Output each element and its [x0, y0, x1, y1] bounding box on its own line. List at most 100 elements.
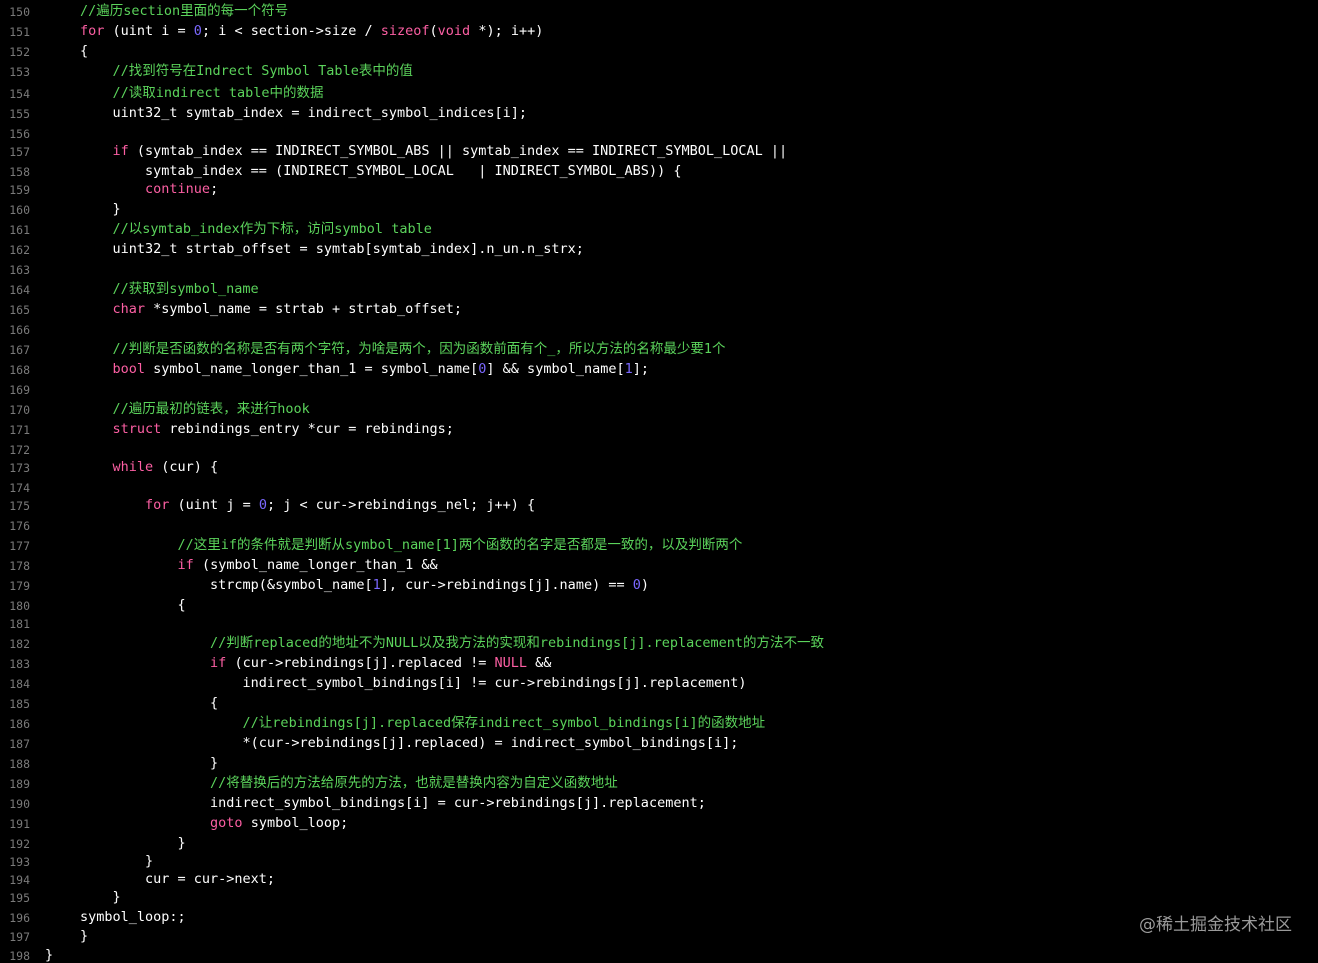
code-token-keyword: struct: [112, 421, 162, 437]
code-line[interactable]: for (uint j = 0; j < cur->rebindings_nel…: [80, 497, 535, 513]
code-token-plain: *symbol_name = strtab + strtab_offset;: [145, 301, 463, 317]
line-number: 156: [9, 127, 30, 141]
code-line[interactable]: {: [80, 43, 88, 59]
line-number: 183: [9, 657, 30, 671]
code-line[interactable]: }: [80, 889, 121, 905]
code-line[interactable]: {: [80, 695, 218, 711]
line-number: 179: [9, 579, 30, 593]
code-line[interactable]: bool symbol_name_longer_than_1 = symbol_…: [80, 361, 649, 377]
line-number: 195: [9, 891, 30, 905]
code-token-number: 0: [258, 497, 267, 513]
line-number: 162: [9, 243, 30, 257]
code-line[interactable]: struct rebindings_entry *cur = rebinding…: [80, 421, 454, 437]
code-token-plain: (uint i =: [104, 23, 194, 39]
code-token-keyword: NULL: [494, 655, 528, 671]
line-number: 178: [9, 559, 30, 573]
line-number: 197: [9, 930, 30, 944]
line-number: 189: [9, 777, 30, 791]
line-number: 176: [9, 519, 30, 533]
code-line[interactable]: }: [80, 201, 121, 217]
code-token-plain: (symtab_index == INDIRECT_SYMBOL_ABS || …: [128, 143, 788, 159]
code-line[interactable]: while (cur) {: [80, 459, 219, 475]
code-editor[interactable]: 150 //遍历section里面的每一个符号 151 for (uint i = 0…: [0, 0, 1318, 963]
code-token-number: 1: [624, 361, 633, 377]
code-line[interactable]: symbol_loop:;: [80, 909, 186, 925]
code-token-comment: //判断是否函数的名称是否有两个字符，为啥是两个，因为函数前面有个_，所以方法的…: [80, 341, 726, 357]
line-number: 159: [9, 183, 30, 197]
code-token-keyword: while: [112, 459, 154, 475]
code-token-number: 0: [632, 577, 641, 593]
code-token-keyword: for: [145, 497, 170, 513]
code-line[interactable]: continue;: [80, 181, 218, 197]
code-token-comment: //获取到symbol_name: [80, 281, 259, 297]
code-line[interactable]: {: [80, 597, 186, 613]
code-token-plain: (: [429, 23, 438, 39]
line-number: 167: [9, 343, 30, 357]
code-line[interactable]: indirect_symbol_bindings[i] != cur->rebi…: [80, 675, 747, 691]
code-token-keyword: continue: [145, 181, 211, 197]
code-line[interactable]: if (cur->rebindings[j].replaced != NULL …: [80, 655, 551, 671]
code-line[interactable]: //让rebindings[j].replaced保存indirect_symb…: [80, 715, 766, 731]
code-token-plain: {: [80, 43, 89, 59]
line-number: 174: [9, 481, 30, 495]
code-line[interactable]: indirect_symbol_bindings[i] = cur->rebin…: [80, 795, 706, 811]
code-line[interactable]: //以symtab_index作为下标，访问symbol table: [80, 221, 432, 237]
code-line[interactable]: //这里if的条件就是判断从symbol_name[1]两个函数的名字是否都是一…: [80, 537, 743, 553]
code-line[interactable]: uint32_t strtab_offset = symtab[symtab_i…: [80, 241, 584, 257]
code-line[interactable]: //读取indirect table中的数据: [80, 85, 324, 101]
code-token-plain: }: [80, 928, 89, 944]
line-number: 171: [9, 423, 30, 437]
line-number: 181: [9, 617, 30, 631]
watermark: @稀土掘金技术社区: [1139, 915, 1292, 935]
code-token-plain: }: [80, 853, 154, 869]
code-line[interactable]: if (symbol_name_longer_than_1 &&: [80, 557, 438, 573]
code-line[interactable]: symtab_index == (INDIRECT_SYMBOL_LOCAL |…: [80, 163, 681, 179]
code-line[interactable]: uint32_t symtab_index = indirect_symbol_…: [80, 105, 528, 121]
code-line[interactable]: cur = cur->next;: [80, 871, 275, 887]
code-token-comment: //这里if的条件就是判断从symbol_name[1]两个函数的名字是否都是一…: [80, 537, 743, 553]
code-token-plain: (symbol_name_longer_than_1 &&: [193, 557, 438, 573]
code-token-plain: }: [80, 201, 121, 217]
code-token-comment: //遍历section里面的每一个符号: [80, 3, 289, 19]
code-line[interactable]: //找到符号在Indrect Symbol Table表中的值: [80, 63, 413, 79]
code-line[interactable]: //遍历section里面的每一个符号: [80, 3, 288, 19]
code-line[interactable]: if (symtab_index == INDIRECT_SYMBOL_ABS …: [80, 143, 788, 159]
code-line[interactable]: goto symbol_loop;: [80, 815, 348, 831]
line-number: 185: [9, 697, 30, 711]
code-line[interactable]: }: [80, 928, 88, 944]
code-token-plain: cur = cur->next;: [80, 871, 276, 887]
code-line[interactable]: }: [80, 835, 186, 851]
line-number: 170: [9, 403, 30, 417]
code-line[interactable]: //判断是否函数的名称是否有两个字符，为啥是两个，因为函数前面有个_，所以方法的…: [80, 341, 726, 357]
code-line[interactable]: }: [80, 853, 153, 869]
code-line[interactable]: for (uint i = 0; i < section->size / siz…: [80, 23, 543, 39]
code-line[interactable]: }: [45, 947, 53, 963]
code-token-plain: symbol_name_longer_than_1 = symbol_name[: [145, 361, 479, 377]
line-number: 153: [9, 65, 30, 79]
code-token-plain: ;: [210, 181, 219, 197]
line-number: 184: [9, 677, 30, 691]
code-line[interactable]: char *symbol_name = strtab + strtab_offs…: [80, 301, 463, 317]
code-line[interactable]: //将替换后的方法给原先的方法，也就是替换内容为自定义函数地址: [80, 775, 618, 791]
line-number: 177: [9, 539, 30, 553]
code-line[interactable]: strcmp(&symbol_name[1], cur->rebindings[…: [80, 577, 649, 593]
code-line[interactable]: }: [80, 755, 218, 771]
code-line[interactable]: *(cur->rebindings[j].replaced) = indirec…: [80, 735, 739, 751]
code-line[interactable]: //获取到symbol_name: [80, 281, 259, 297]
code-line[interactable]: //遍历最初的链表，来进行hook: [80, 401, 310, 417]
code-token-keyword: if: [210, 655, 227, 671]
line-number: 188: [9, 757, 30, 771]
line-number: 150: [9, 5, 30, 19]
line-number: 187: [9, 737, 30, 751]
line-number: 198: [9, 949, 30, 963]
line-number: 180: [9, 599, 30, 613]
code-token-plain: indirect_symbol_bindings[i] != cur->rebi…: [80, 675, 747, 691]
code-token-plain: &&: [527, 655, 552, 671]
code-line[interactable]: //判断replaced的地址不为NULL以及我方法的实现和rebindings…: [80, 635, 824, 651]
code-token-comment: //遍历最初的链表，来进行hook: [80, 401, 310, 417]
